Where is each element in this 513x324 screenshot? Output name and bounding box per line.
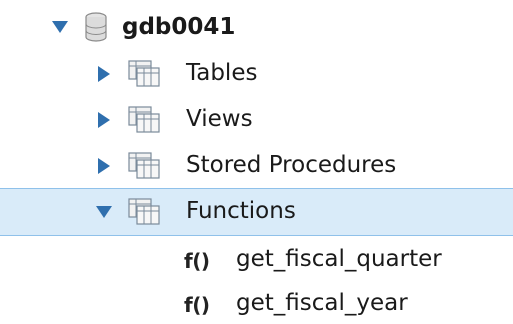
tree-label-functions: Functions bbox=[186, 198, 296, 224]
schema-tree: gdb0041 Tables Views Stored Procedures F… bbox=[0, 0, 513, 324]
tree-label-stored-procedures: Stored Procedures bbox=[186, 152, 397, 178]
tree-node-functions[interactable]: Functions bbox=[0, 188, 513, 236]
function-icon: f() bbox=[184, 293, 210, 317]
database-icon bbox=[85, 12, 107, 42]
expand-toggle-tables[interactable] bbox=[98, 66, 110, 82]
tree-node-stored-procedures[interactable]: Stored Procedures bbox=[0, 142, 513, 188]
tree-node-function-item[interactable]: f() get_fiscal_year bbox=[0, 280, 513, 324]
tree-node-views[interactable]: Views bbox=[0, 96, 513, 142]
expand-toggle-functions[interactable] bbox=[96, 206, 112, 218]
tree-node-tables[interactable]: Tables bbox=[0, 50, 513, 96]
folder-grid-icon bbox=[128, 198, 160, 225]
expand-toggle-database[interactable] bbox=[52, 21, 68, 33]
tree-node-database[interactable]: gdb0041 bbox=[0, 2, 513, 48]
expand-toggle-stored-procedures[interactable] bbox=[98, 158, 110, 174]
database-name: gdb0041 bbox=[122, 14, 236, 40]
function-icon: f() bbox=[184, 249, 210, 273]
folder-grid-icon bbox=[128, 152, 160, 179]
folder-grid-icon bbox=[128, 106, 160, 133]
function-label: get_fiscal_quarter bbox=[236, 246, 442, 272]
expand-toggle-views[interactable] bbox=[98, 112, 110, 128]
function-label: get_fiscal_year bbox=[236, 290, 408, 316]
tree-label-tables: Tables bbox=[186, 60, 258, 86]
tree-node-function-item[interactable]: f() get_fiscal_quarter bbox=[0, 236, 513, 282]
folder-grid-icon bbox=[128, 60, 160, 87]
tree-label-views: Views bbox=[186, 106, 253, 132]
